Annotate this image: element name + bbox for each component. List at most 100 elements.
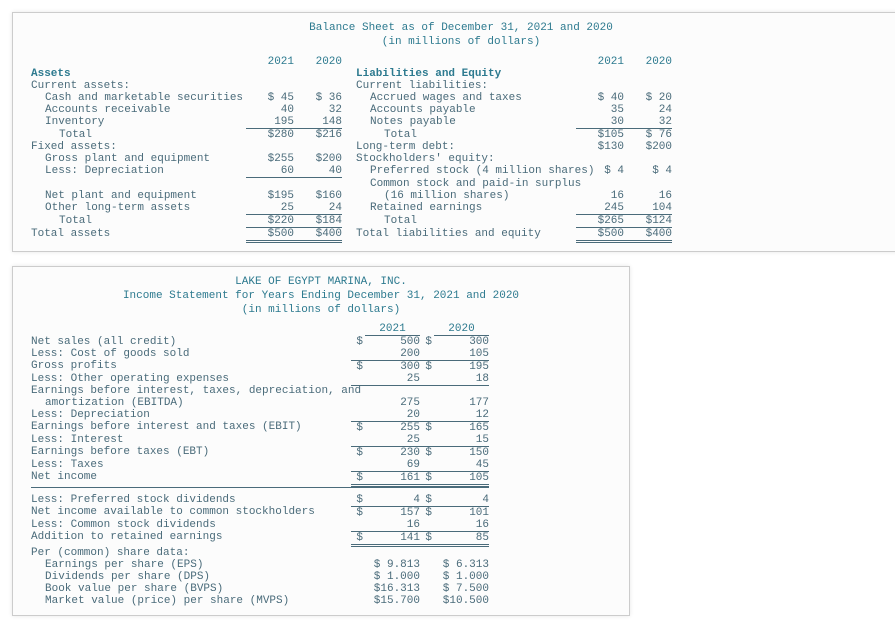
is-row-val1: 16	[365, 519, 420, 531]
is-row-val2: 16	[434, 519, 489, 531]
is-row-sym1	[351, 409, 365, 421]
is-row-label: Less: Depreciation	[31, 409, 351, 421]
is-row-sym2: $	[420, 531, 434, 547]
is-row-val1: 200	[365, 348, 420, 360]
is-row-sym1	[351, 559, 365, 571]
is-row-val2: 4	[434, 494, 489, 506]
is-row-sym2	[420, 595, 434, 607]
is-row-val2: 105	[434, 471, 489, 487]
is-row-val1: 141	[365, 531, 420, 547]
is-row-val1: 69	[365, 459, 420, 471]
is-row-val2: 177	[434, 397, 489, 409]
is-row-sym2: $	[420, 421, 434, 434]
is-row-sym1	[351, 434, 365, 446]
is-row-sym1	[351, 373, 365, 385]
is-row-val1: $ 9.813	[365, 559, 420, 571]
current-liab-label: Current liabilities:	[356, 80, 576, 92]
is-row-val2: $ 1.000	[434, 571, 489, 583]
re-2021: 245	[576, 202, 624, 215]
se-total-label: Total	[356, 215, 576, 228]
is-row-sym1	[351, 571, 365, 583]
common-2020: 16	[624, 190, 672, 202]
gross-2021: $255	[246, 153, 294, 165]
is-row-label: amortization (EBITDA)	[31, 397, 351, 409]
is-row-val2: 85	[434, 531, 489, 547]
is-row-val2	[434, 547, 489, 559]
current-assets-label: Current assets:	[31, 80, 246, 92]
is-row-label: Earnings before interest and taxes (EBIT…	[31, 421, 351, 434]
is-row-sym1	[351, 459, 365, 471]
is-row-sym1: $	[351, 471, 365, 487]
is-row-val2: 101	[434, 506, 489, 519]
is-row-label: Book value per share (BVPS)	[31, 583, 351, 595]
is-row-label: Net income	[31, 471, 351, 487]
inv-2020: 148	[294, 116, 342, 129]
bs-left-year1: 2021	[246, 56, 294, 68]
is-row-sym2: $	[420, 494, 434, 506]
is-row-val1: 25	[365, 373, 420, 385]
is-row-val1: 255	[365, 421, 420, 434]
pref-2021: $ 4	[576, 165, 624, 178]
inv-2021: 195	[246, 116, 294, 129]
is-row-label: Earnings before interest, taxes, depreci…	[31, 385, 351, 397]
is-row-val2: 105	[434, 348, 489, 360]
is-row-sym2	[420, 348, 434, 360]
is-row-sym1: $	[351, 531, 365, 547]
ta-2020: $400	[294, 228, 342, 243]
is-row-label: Less: Cost of goods sold	[31, 348, 351, 360]
is-row-sym2: $	[420, 446, 434, 459]
ca-total-2021: $280	[246, 129, 294, 141]
is-row-label: Market value (price) per share (MVPS)	[31, 595, 351, 607]
is-row-val2: 15	[434, 434, 489, 446]
balance-sheet: Balance Sheet as of December 31, 2021 an…	[12, 12, 895, 252]
is-grid: 2021 2020 Net sales (all credit)$500$300…	[31, 323, 611, 607]
is-row-label: Per (common) share data:	[31, 547, 351, 559]
accrued-2021: $ 40	[576, 92, 624, 104]
is-row-val1	[365, 547, 420, 559]
is-row-val2: 150	[434, 446, 489, 459]
re-2020: 104	[624, 202, 672, 215]
np-label: Notes payable	[356, 116, 576, 129]
cash-2021: $ 45	[246, 92, 294, 104]
is-row-label: Less: Other operating expenses	[31, 373, 351, 385]
gross-2020: $200	[294, 153, 342, 165]
is-row-val2: $ 7.500	[434, 583, 489, 595]
is-row-label: Earnings before taxes (EBT)	[31, 446, 351, 459]
is-row-label: Earnings per share (EPS)	[31, 559, 351, 571]
common-label: Common stock and paid-in surplus	[356, 178, 576, 190]
bs-right-year1: 2021	[576, 56, 624, 68]
se-total-2020: $124	[624, 215, 672, 228]
is-row-sym2: $	[420, 360, 434, 373]
is-row-val2	[434, 385, 489, 397]
ta-label: Total assets	[31, 228, 246, 243]
re-label: Retained earnings	[356, 202, 576, 215]
netpe-2021: $195	[246, 190, 294, 202]
ca-total-2020: $216	[294, 129, 342, 141]
is-row-val1: 25	[365, 434, 420, 446]
accrued-2020: $ 20	[624, 92, 672, 104]
is-title-block: LAKE OF EGYPT MARINA, INC. Income Statem…	[31, 275, 611, 318]
cl-total-label: Total	[356, 129, 576, 141]
is-row-sym2	[420, 409, 434, 421]
common-shares-label: (16 million shares)	[356, 190, 576, 202]
is-row-val1: $ 1.000	[365, 571, 420, 583]
is-row-val2: 300	[434, 336, 489, 348]
fa-head: Fixed assets:	[31, 141, 246, 153]
ltd-2020: $200	[624, 141, 672, 153]
other-2020: 24	[294, 202, 342, 215]
is-row-sym1: $	[351, 446, 365, 459]
is-row-val1: 300	[365, 360, 420, 373]
other-label: Other long-term assets	[31, 202, 246, 215]
is-row-val2: 165	[434, 421, 489, 434]
is-row-label: Addition to retained earnings	[31, 531, 351, 547]
netpe-2020: $160	[294, 190, 342, 202]
assets-head: Assets	[31, 68, 246, 80]
is-row-val1: $15.700	[365, 595, 420, 607]
ap-2021: 35	[576, 104, 624, 116]
is-row-val2: 18	[434, 373, 489, 385]
pref-2020: $ 4	[624, 165, 672, 178]
bs-title-block: Balance Sheet as of December 31, 2021 an…	[31, 21, 891, 50]
is-row-label: Net sales (all credit)	[31, 336, 351, 348]
netpe-label: Net plant and equipment	[31, 190, 246, 202]
is-row-val2: $ 6.313	[434, 559, 489, 571]
